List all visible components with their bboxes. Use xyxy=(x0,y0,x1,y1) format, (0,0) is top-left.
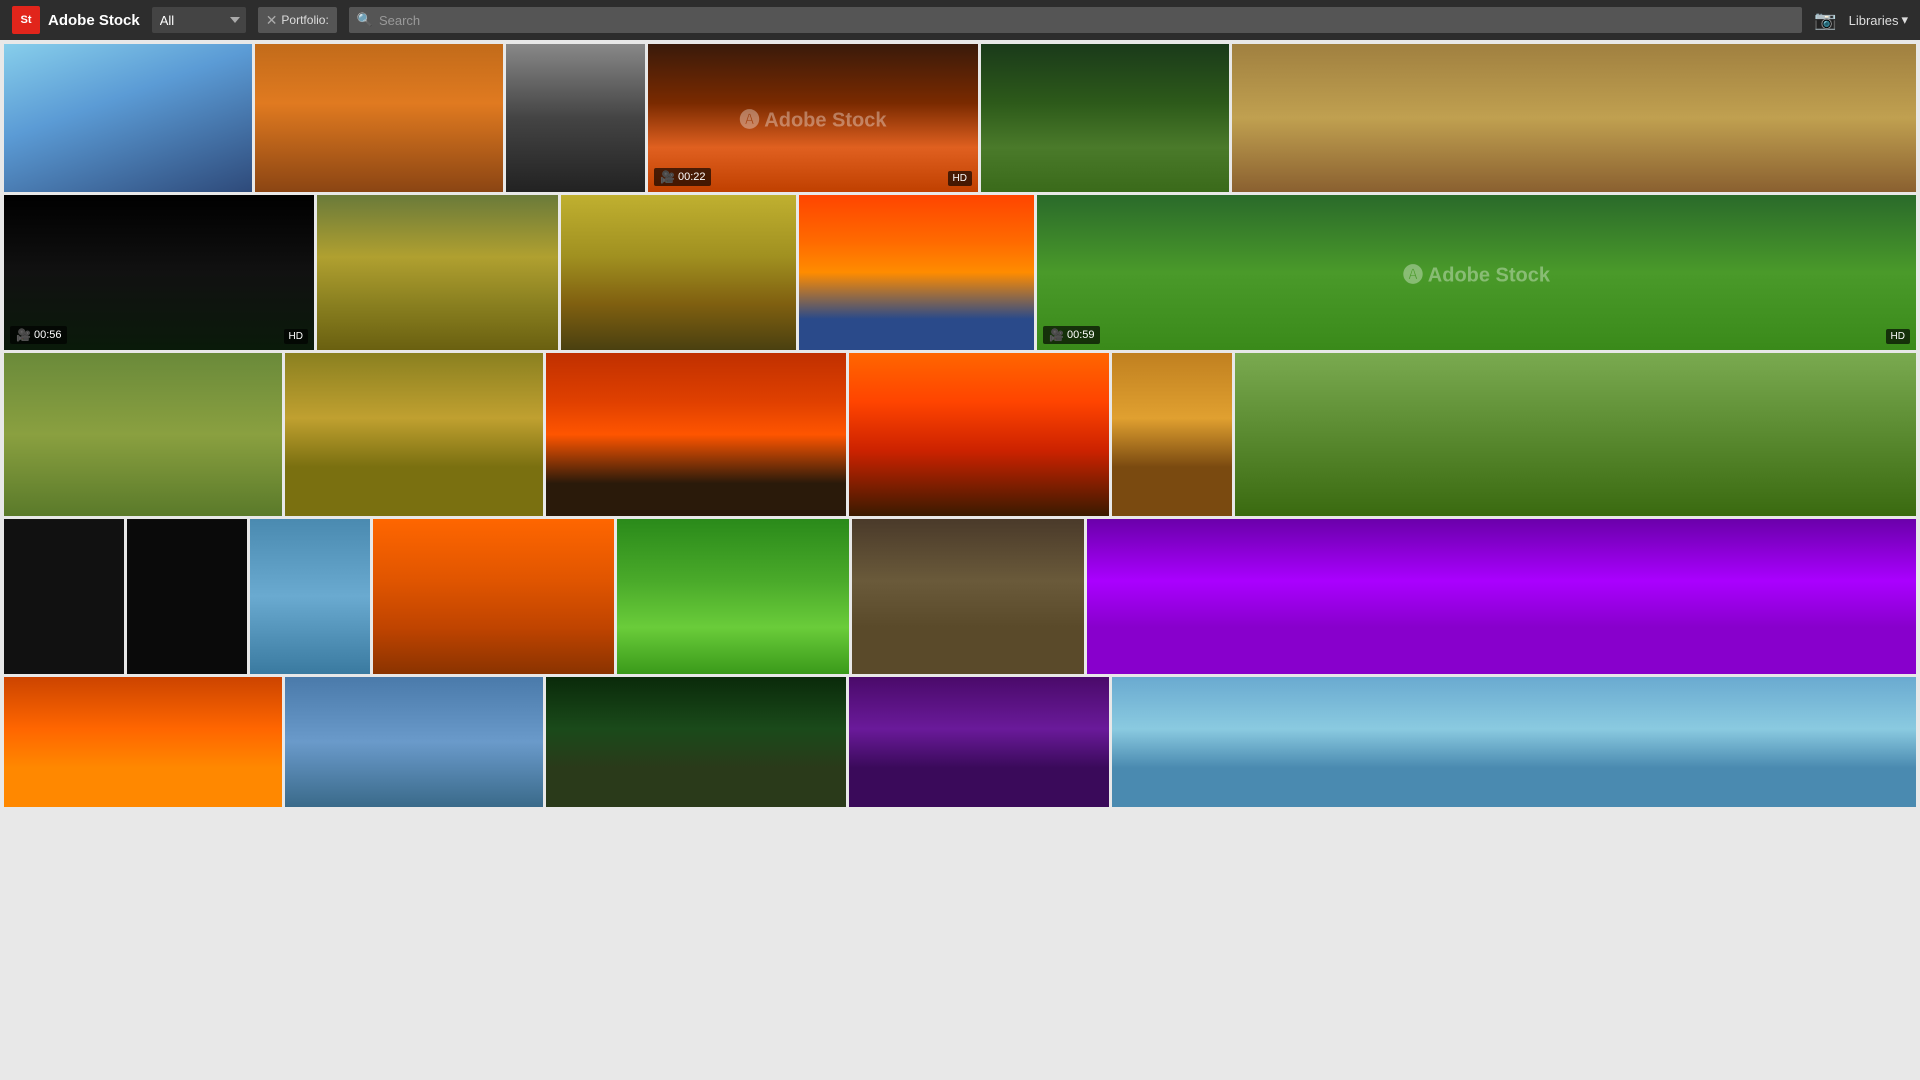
search-icon: 🔍 xyxy=(357,12,373,28)
video-dark-aerial[interactable]: 00:56 HD xyxy=(4,195,314,350)
photo-misty-sunset[interactable] xyxy=(373,519,614,674)
search-input[interactable] xyxy=(379,13,1794,28)
watermark-2: 🅐 Adobe Stock xyxy=(1403,258,1550,287)
photo-purple-flower[interactable] xyxy=(1087,519,1916,674)
video-duration-badge-3: 00:59 xyxy=(1043,326,1100,344)
photo-row-4 xyxy=(4,519,1916,674)
portfolio-label: Portfolio: xyxy=(281,13,328,27)
photo-conch-shell[interactable] xyxy=(127,519,247,674)
photo-orange-sky-silhouette[interactable] xyxy=(4,677,282,807)
camera-video-icon xyxy=(660,170,675,184)
portfolio-filter-tag[interactable]: ✕ Portfolio: xyxy=(258,7,337,33)
photo-forest-path[interactable] xyxy=(981,44,1229,192)
photo-horse-foal[interactable] xyxy=(4,353,282,516)
photo-birds-nest[interactable] xyxy=(1232,44,1916,192)
photo-row-1: 00:22 HD 🅐 Adobe Stock xyxy=(4,44,1916,192)
photo-autumn-fog[interactable] xyxy=(317,195,558,350)
photo-waterfall[interactable] xyxy=(852,519,1084,674)
video-duration-badge-2: 00:56 xyxy=(10,326,67,344)
hd-badge-2: HD xyxy=(284,329,308,344)
filter-dropdown[interactable]: All Photos Videos Illustrations Vectors … xyxy=(152,7,246,33)
header-right-controls: 📷 Libraries ▾ xyxy=(1814,10,1908,31)
photo-frog-green[interactable] xyxy=(617,519,849,674)
photo-row-2: 00:56 HD 00:59 HD 🅐 Adobe Stock xyxy=(4,195,1916,350)
video-duration-badge: 00:22 xyxy=(654,168,711,186)
main-content: 00:22 HD 🅐 Adobe Stock 00:56 HD 00:59 HD… xyxy=(0,40,1920,1080)
search-bar[interactable]: 🔍 xyxy=(349,7,1802,33)
app-header: St Adobe Stock All Photos Videos Illustr… xyxy=(0,0,1920,40)
libraries-button[interactable]: Libraries ▾ xyxy=(1849,12,1908,28)
photo-orange-sunset-trees[interactable] xyxy=(255,44,503,192)
adobe-icon: St xyxy=(12,6,40,34)
photo-grid: 00:22 HD 🅐 Adobe Stock 00:56 HD 00:59 HD… xyxy=(4,44,1916,807)
video-dark-orange-sky[interactable]: 00:22 HD 🅐 Adobe Stock xyxy=(648,44,978,192)
camera-video-icon-3 xyxy=(1049,328,1064,342)
logo-text: Adobe Stock xyxy=(48,12,140,29)
photo-bw-structure[interactable] xyxy=(506,44,645,192)
photo-deer-forest[interactable] xyxy=(285,353,543,516)
adobe-stock-logo[interactable]: St Adobe Stock xyxy=(12,6,140,34)
camera-icon[interactable]: 📷 xyxy=(1814,10,1836,31)
hd-badge-3: HD xyxy=(1886,329,1910,344)
hd-badge: HD xyxy=(948,171,972,186)
watermark: 🅐 Adobe Stock xyxy=(739,104,886,133)
photo-snail-shell[interactable] xyxy=(4,519,124,674)
photo-row-3 xyxy=(4,353,1916,516)
photo-dark-flower[interactable] xyxy=(546,677,846,807)
photo-ferris-wheel[interactable] xyxy=(4,44,252,192)
photo-blue-water-reflection[interactable] xyxy=(285,677,543,807)
photo-purple-sky[interactable] xyxy=(849,677,1109,807)
chevron-down-icon: ▾ xyxy=(1901,12,1908,28)
photo-small-trees[interactable] xyxy=(1235,353,1916,516)
photo-bright-sky[interactable] xyxy=(1112,677,1916,807)
portfolio-close-icon[interactable]: ✕ xyxy=(266,13,278,27)
photo-photographer-sunset[interactable] xyxy=(546,353,846,516)
camera-video-icon-2 xyxy=(16,328,31,342)
photo-sunset-water[interactable] xyxy=(799,195,1034,350)
photo-swamp-sunset[interactable] xyxy=(849,353,1109,516)
video-green-insect[interactable]: 00:59 HD 🅐 Adobe Stock xyxy=(1037,195,1916,350)
photo-row-5 xyxy=(4,677,1916,807)
photo-tall-trees[interactable] xyxy=(1112,353,1232,516)
photo-heron-water[interactable] xyxy=(250,519,370,674)
photo-bird-branch[interactable] xyxy=(561,195,796,350)
